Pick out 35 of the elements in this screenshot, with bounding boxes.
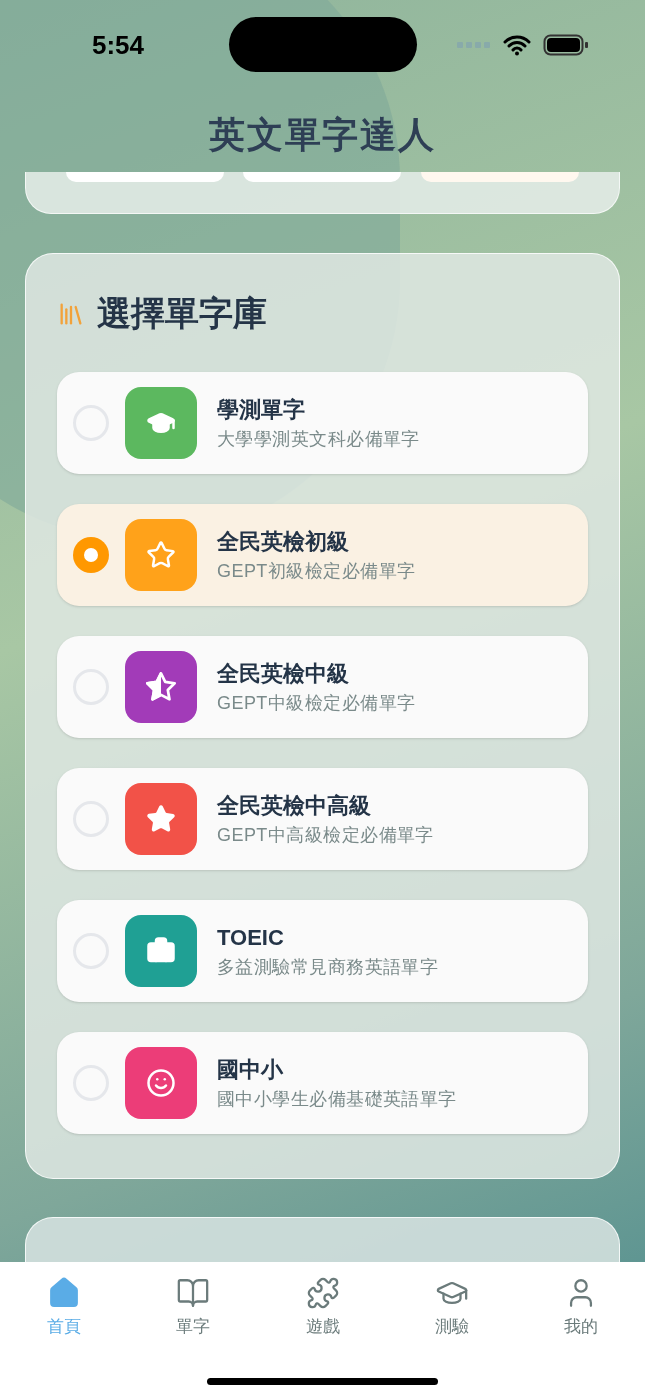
section-title: 選擇單字庫 xyxy=(97,293,267,334)
option-description: GEPT初級檢定必備單字 xyxy=(217,559,416,582)
half-star-icon xyxy=(146,672,176,702)
star-icon xyxy=(146,540,176,570)
smiley-face-icon xyxy=(146,1068,176,1098)
option-title: 全民英檢中級 xyxy=(217,660,350,688)
puzzle-icon xyxy=(305,1276,340,1310)
status-time: 5:54 xyxy=(92,28,145,62)
library-option[interactable]: 全民英檢初級 GEPT初級檢定必備單字 xyxy=(57,504,588,606)
radio-button[interactable] xyxy=(73,537,109,573)
option-description: 國中小學生必備基礎英語單字 xyxy=(217,1087,457,1110)
tab-bar-item[interactable]: 測驗 xyxy=(407,1276,496,1340)
option-description: GEPT中級檢定必備單字 xyxy=(217,691,416,714)
option-title: 全民英檢初級 xyxy=(217,528,350,556)
option-title: TOEIC xyxy=(217,924,285,952)
option-description: 大學學測英文科必備單字 xyxy=(217,427,420,450)
book-icon xyxy=(176,1276,211,1310)
battery-icon xyxy=(543,34,589,56)
option-title: 全民英檢中高級 xyxy=(217,792,372,820)
tab-bar-item[interactable]: 遊戲 xyxy=(278,1276,367,1340)
library-option[interactable]: 學測單字 大學學測英文科必備單字 xyxy=(57,372,588,474)
option-title: 國中小 xyxy=(217,1056,284,1084)
library-option[interactable]: 國中小 國中小學生必備基礎英語單字 xyxy=(57,1032,588,1134)
home-icon xyxy=(47,1276,81,1310)
option-description: GEPT中高級檢定必備單字 xyxy=(217,823,434,846)
tab-bar-item[interactable]: 單字 xyxy=(149,1276,238,1340)
wifi-icon xyxy=(503,34,531,56)
option-description: 多益測驗常見商務英語單字 xyxy=(217,955,439,978)
star-icon xyxy=(146,804,176,834)
library-option[interactable]: 全民英檢中高級 GEPT中高級檢定必備單字 xyxy=(57,768,588,870)
library-option[interactable]: 全民英檢中級 GEPT中級檢定必備單字 xyxy=(57,636,588,738)
tab-bar-item[interactable]: 我的 xyxy=(537,1276,625,1340)
app-title: 英文單字達人 xyxy=(209,113,436,157)
library-option[interactable]: TOEIC 多益測驗常見商務英語單字 xyxy=(57,900,588,1002)
option-title: 學測單字 xyxy=(217,396,306,424)
